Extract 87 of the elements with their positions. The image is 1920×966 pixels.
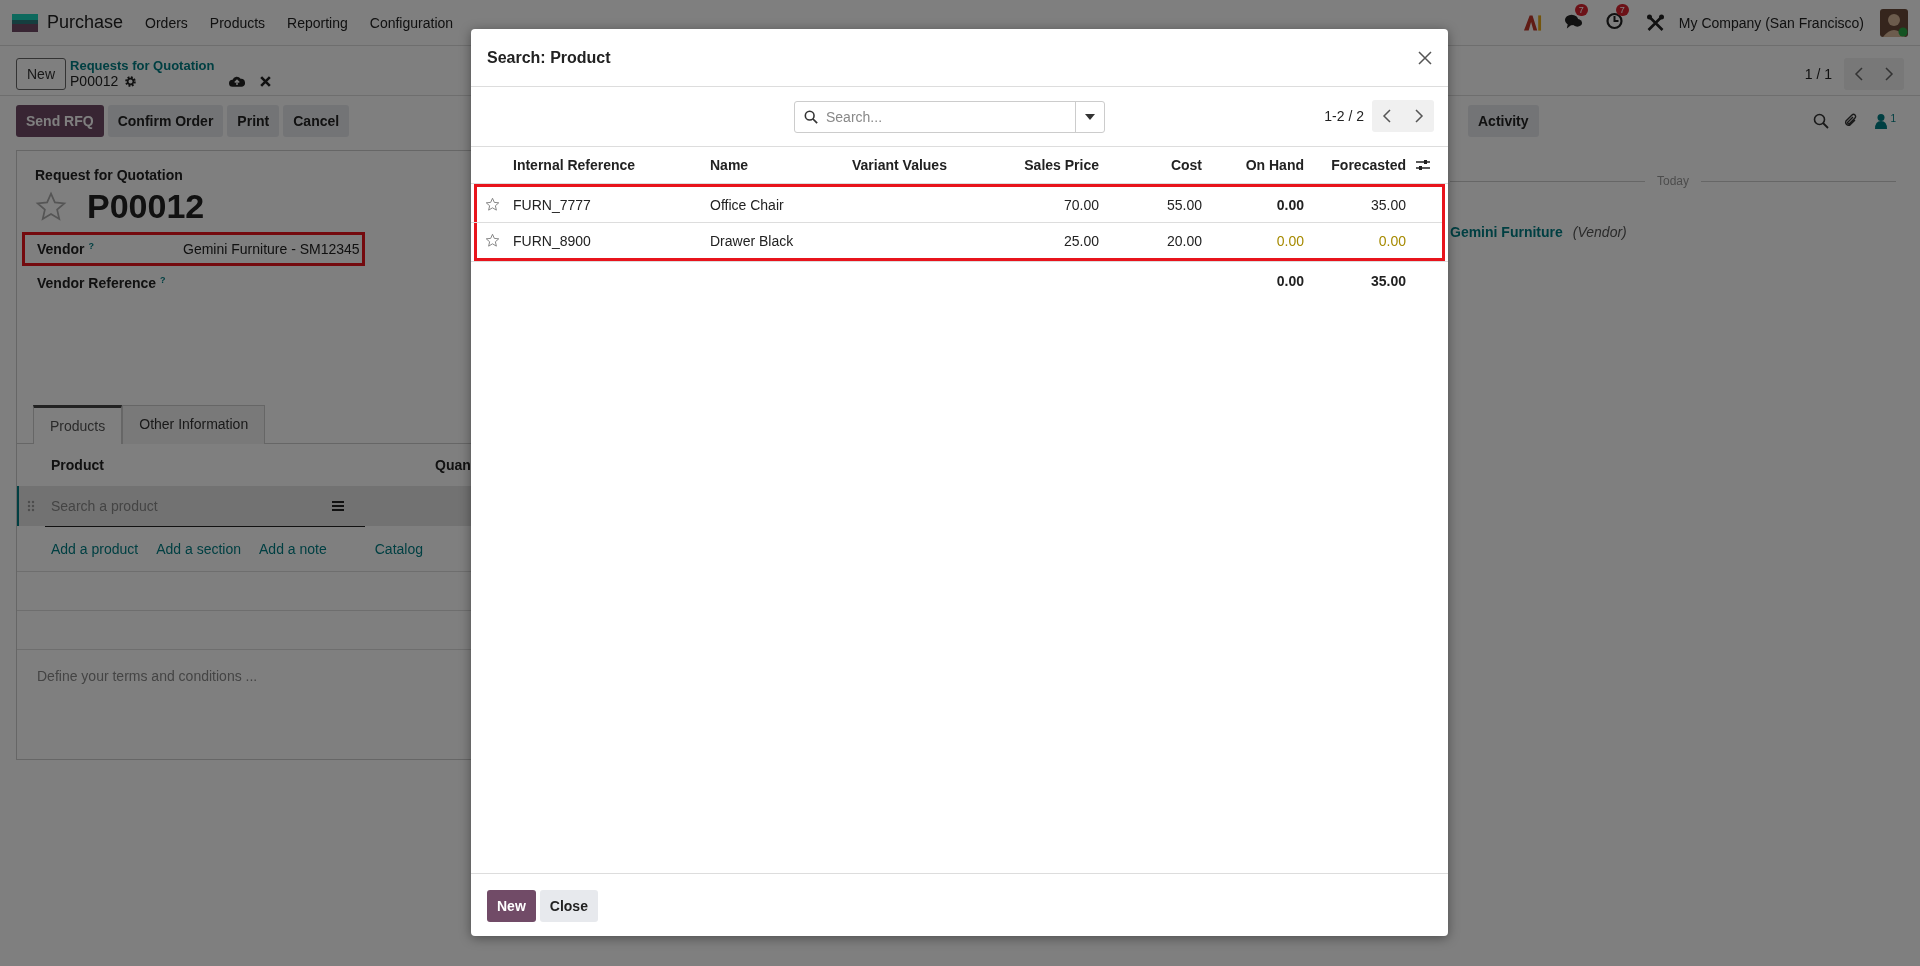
list-icon[interactable] <box>331 499 345 512</box>
pager-counter: 1 / 1 <box>1804 65 1832 82</box>
column-header[interactable]: Variant Values <box>852 157 1002 173</box>
cloud-upload-icon[interactable] <box>229 74 246 88</box>
search-icon[interactable] <box>1813 113 1830 129</box>
activity-button[interactable]: Activity <box>1468 105 1539 137</box>
search-icon <box>804 109 818 124</box>
table-row[interactable]: FURN_7777 Office Chair 70.00 55.00 0.00 35.00 <box>471 187 1442 222</box>
clock-icon[interactable] <box>1604 12 1624 30</box>
notification-badge: 7 <box>1615 4 1629 16</box>
close-icon[interactable] <box>259 74 273 88</box>
total-cell-text: 0.00 <box>1275 273 1305 289</box>
table-cell-text: 70.00 <box>1062 196 1100 213</box>
search-field[interactable]: Search... <box>794 100 1105 133</box>
field-label: Vendor Reference <box>37 275 157 291</box>
table-cell-text: 35.00 <box>1369 196 1407 213</box>
next-icon[interactable] <box>1414 108 1424 124</box>
add-link[interactable]: Add a note <box>259 540 327 557</box>
follower-count: 1 <box>1890 113 1896 124</box>
table-cell-text: 0.00 <box>1275 196 1305 213</box>
action-button[interactable]: Print <box>227 105 280 137</box>
action-button[interactable]: Send RFQ <box>16 105 104 137</box>
vendor-value[interactable]: Gemini Furniture - SM12345 <box>183 241 360 257</box>
column-header[interactable]: Internal Reference <box>513 157 710 173</box>
table-cell-text: 55.00 <box>1165 196 1203 213</box>
author-role: (Vendor) <box>1572 224 1627 240</box>
record-name: P00012 <box>70 73 119 89</box>
add-link[interactable]: Add a section <box>156 540 241 557</box>
table-cell-text: 0.00 <box>1377 232 1407 249</box>
table-cell-text: 25.00 <box>1062 232 1100 249</box>
help-mark[interactable]: ? <box>88 241 94 251</box>
column-header[interactable]: On Hand <box>1212 157 1314 173</box>
field-label: Vendor <box>37 241 85 257</box>
menu-item[interactable]: Orders <box>145 14 188 31</box>
column-header[interactable]: Sales Price <box>1002 157 1109 173</box>
star-icon[interactable] <box>485 197 500 212</box>
tab[interactable]: Other Information <box>122 405 266 444</box>
pager-counter: 1-2 / 2 <box>1324 108 1364 124</box>
menu-item[interactable]: Configuration <box>369 14 454 31</box>
company-switcher[interactable]: My Company (San Francisco) <box>1678 14 1864 31</box>
tab[interactable]: Products <box>33 405 123 444</box>
table-cell-text: Office Chair <box>710 196 785 213</box>
column-header[interactable]: Name <box>710 157 852 173</box>
column-header: Quan <box>435 457 471 473</box>
dialog-button[interactable]: Close <box>539 890 598 922</box>
add-link[interactable]: Catalog <box>374 540 423 557</box>
star-icon[interactable] <box>485 233 500 248</box>
ai-icon[interactable] <box>1522 13 1542 32</box>
tools-icon[interactable] <box>1645 13 1665 32</box>
previous-icon[interactable] <box>1854 65 1864 82</box>
chat-icon[interactable] <box>1563 12 1583 30</box>
record-title: P00012 <box>87 187 205 226</box>
app-name[interactable]: Purchase <box>47 12 124 33</box>
dialog-title: Search: Product <box>487 48 612 67</box>
drag-handle-icon[interactable] <box>27 500 35 512</box>
person-icon[interactable] <box>1873 113 1890 129</box>
action-button[interactable]: Cancel <box>283 105 350 137</box>
star-icon[interactable] <box>35 190 67 223</box>
sliders-icon[interactable] <box>1416 159 1430 171</box>
column-header: Product <box>51 457 105 473</box>
dialog-button[interactable]: New <box>487 890 536 922</box>
menu-item[interactable]: Reporting <box>287 14 348 31</box>
column-header[interactable]: Forecasted <box>1314 157 1416 173</box>
column-header[interactable]: Cost <box>1109 157 1212 173</box>
gear-icon[interactable] <box>124 74 138 88</box>
action-button[interactable]: Confirm Order <box>107 105 224 137</box>
table-row[interactable]: FURN_8900 Drawer Black 25.00 20.00 0.00 0.00 <box>471 222 1442 258</box>
user-avatar[interactable] <box>1880 8 1908 37</box>
table-cell-text: Drawer Black <box>710 232 795 249</box>
table-cell-text: 0.00 <box>1275 232 1305 249</box>
form-caption: Request for Quotation <box>34 167 184 183</box>
add-link[interactable]: Add a product <box>51 540 139 557</box>
table-cell-text: FURN_8900 <box>513 232 592 249</box>
app-logo-icon[interactable] <box>12 13 38 32</box>
table-cell-text: FURN_7777 <box>513 196 592 213</box>
help-mark[interactable]: ? <box>160 275 166 285</box>
table-cell-text: 20.00 <box>1165 232 1203 249</box>
author-link[interactable]: Gemini Furniture <box>1450 224 1563 240</box>
new-button[interactable]: New <box>16 57 66 90</box>
menu-item[interactable]: Products <box>209 14 266 31</box>
next-icon[interactable] <box>1884 65 1894 82</box>
total-cell-text: 35.00 <box>1369 273 1407 289</box>
previous-icon[interactable] <box>1382 108 1392 124</box>
notification-badge: 7 <box>1574 4 1588 16</box>
breadcrumb-link[interactable]: Requests for Quotation <box>70 58 273 73</box>
caret-icon <box>1085 113 1095 120</box>
close-icon[interactable] <box>1418 50 1432 65</box>
